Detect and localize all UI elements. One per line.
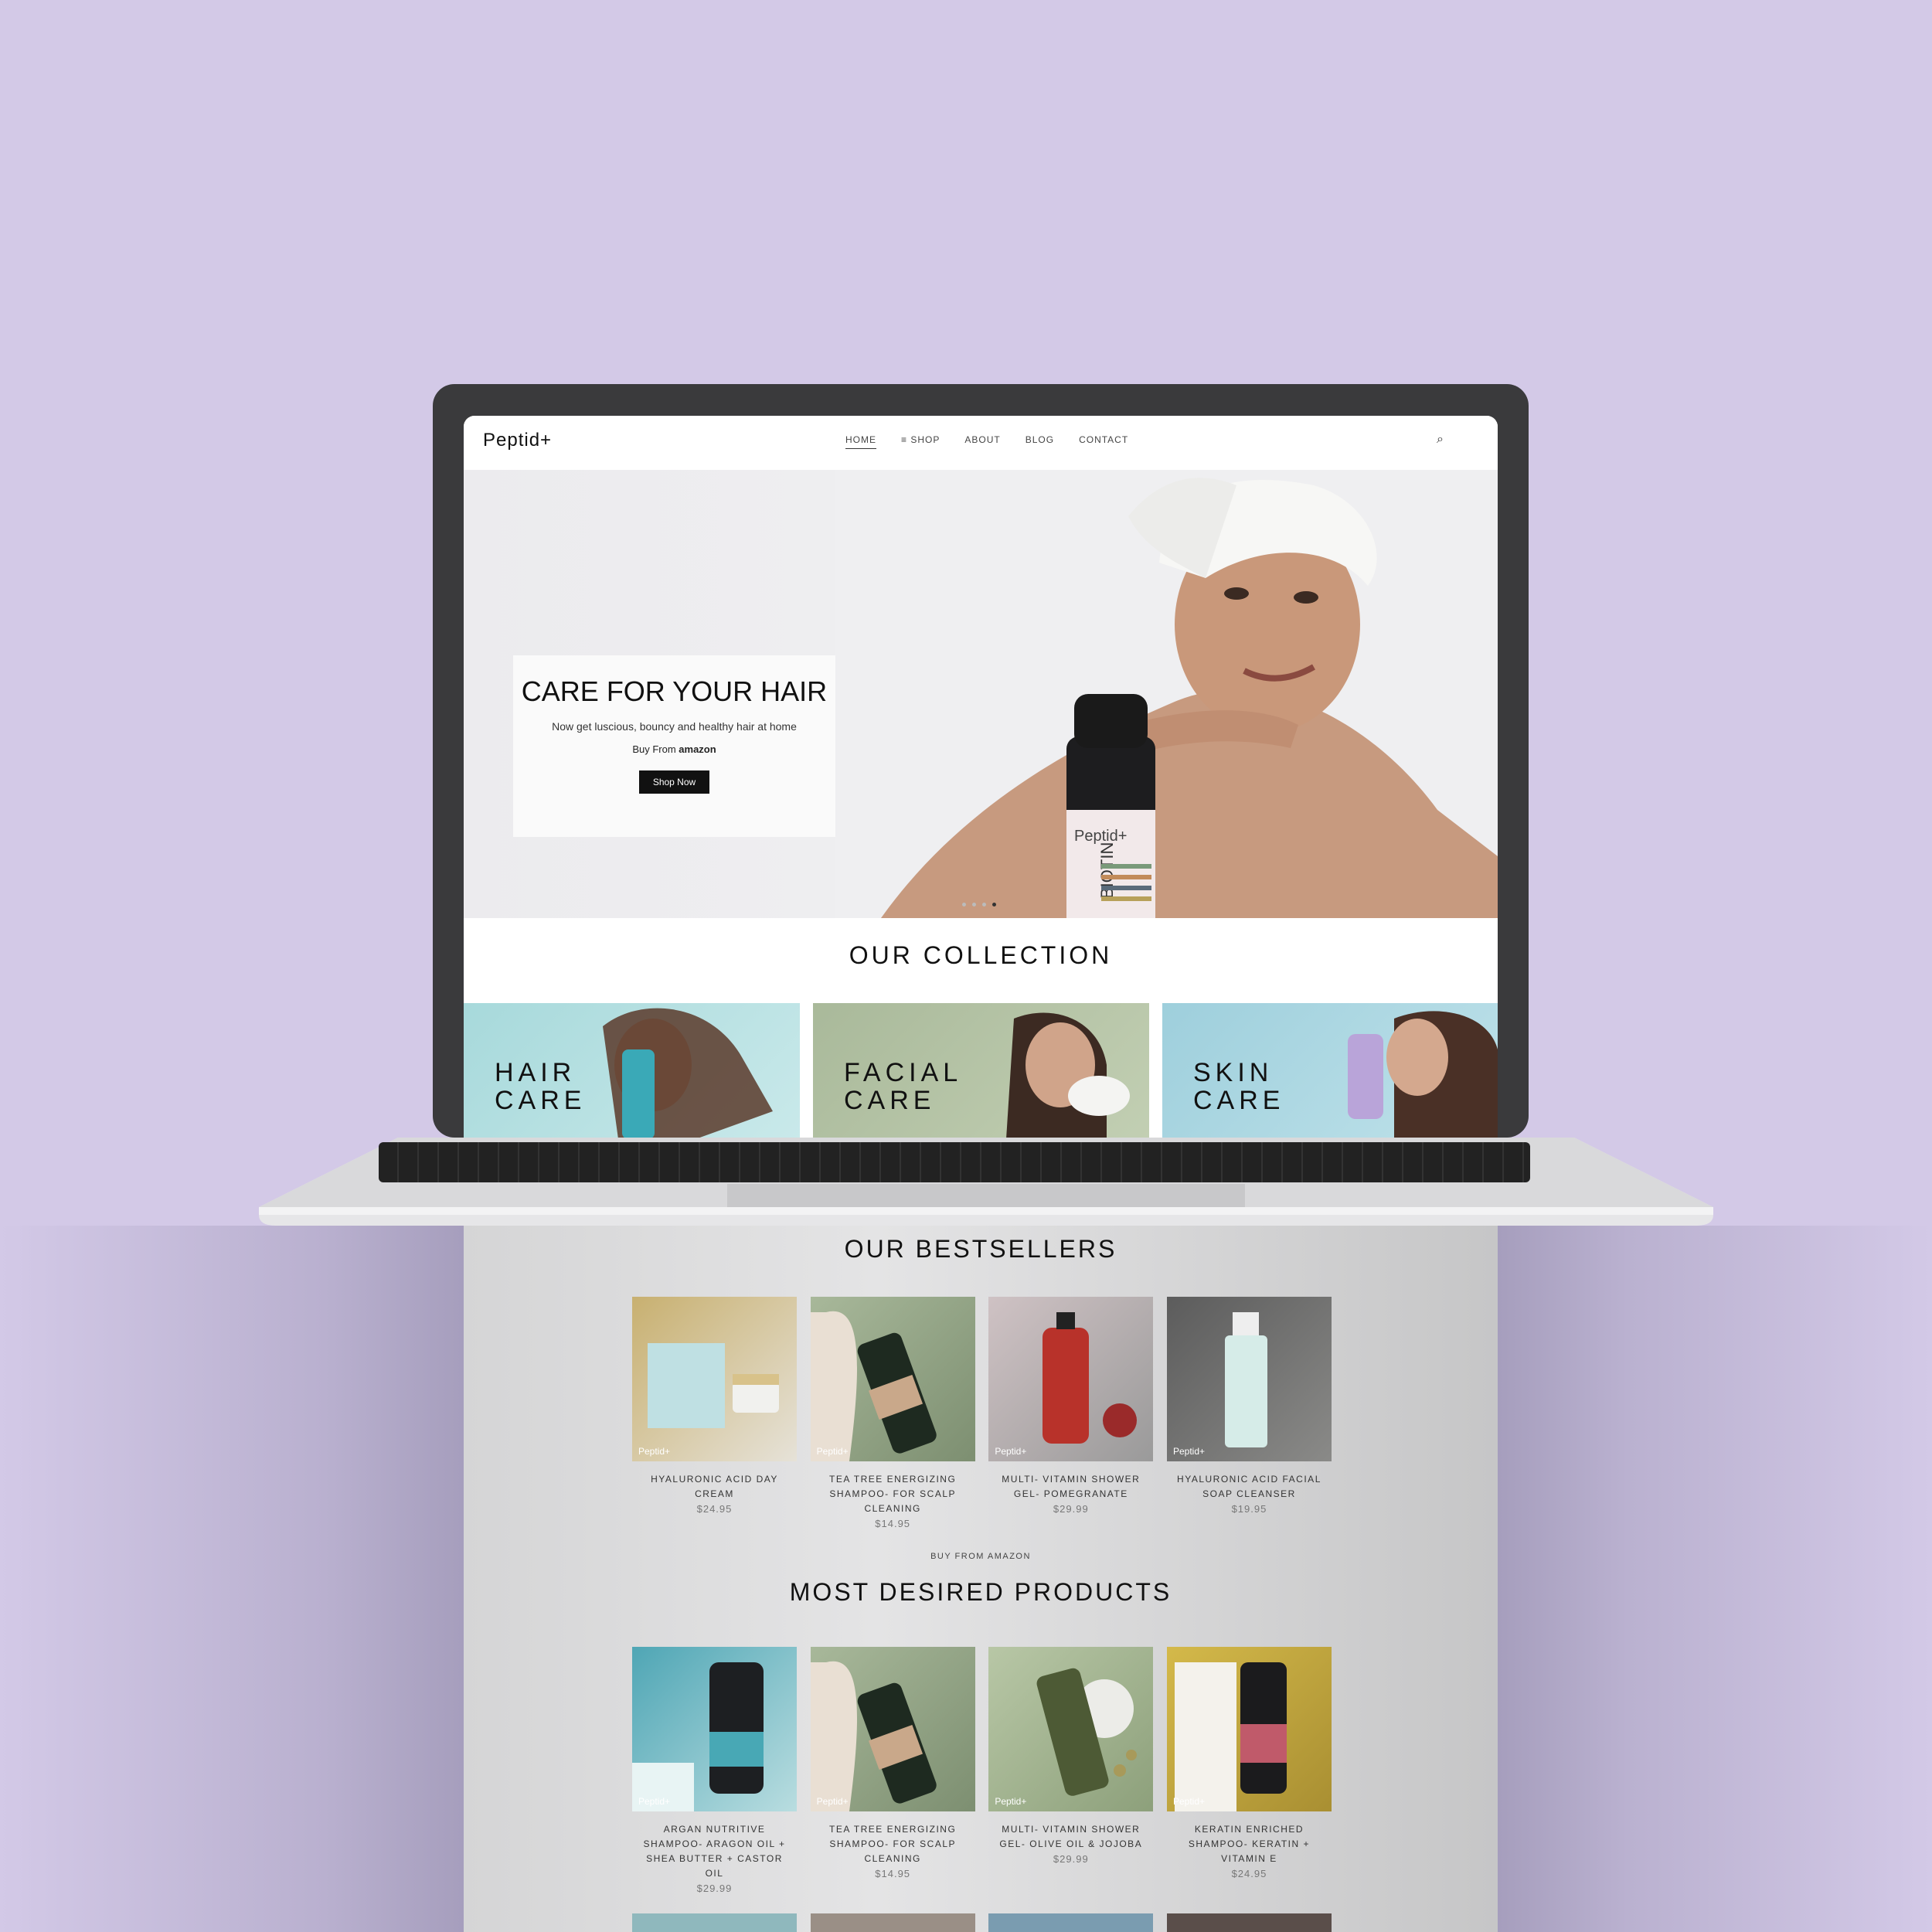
hero-photo: Peptid+ BIOTIN xyxy=(835,470,1498,918)
product-card[interactable]: Peptid+ MULTI- VITAMIN SHOWER GEL- POMEG… xyxy=(988,1297,1154,1531)
product-image xyxy=(1166,1913,1332,1932)
product-brand: Peptid+ xyxy=(1172,1446,1206,1457)
laptop-screen: Peptid+ HOME ≡ SHOP ABOUT BLOG CONTACT ⌕… xyxy=(464,416,1498,1139)
bestsellers-grid: Peptid+ HYALURONIC ACID DAY CREAM $24.95… xyxy=(632,1297,1332,1531)
amazon-logo: amazon xyxy=(679,743,716,755)
product-photo xyxy=(632,1662,764,1811)
page-continuation: OUR BESTSELLERS Peptid+ HYALURONIC ACID … xyxy=(464,1226,1498,1932)
product-brand: Peptid+ xyxy=(995,1446,1027,1457)
product-name: HYALURONIC ACID DAY CREAM xyxy=(651,1474,778,1499)
collection-title: OUR COLLECTION xyxy=(849,941,1113,969)
product-price: $29.99 xyxy=(1053,1853,1089,1865)
product-card[interactable]: Peptid+ TEA TREE ENERGIZING SHAMPOO- FOR… xyxy=(810,1297,975,1531)
product-photo xyxy=(810,1311,937,1461)
buy-from-amazon[interactable]: Buy From amazon xyxy=(513,743,835,755)
tile-label: HAIR CARE xyxy=(495,1058,587,1115)
menu-icon: ≡ xyxy=(901,434,911,445)
buy-from-amazon-link[interactable]: BUY FROM AMAZON xyxy=(464,1552,1498,1561)
backdrop-shadow-left xyxy=(0,1226,464,1932)
product-photo xyxy=(1174,1662,1287,1811)
product-image: Peptid+ xyxy=(810,1297,975,1461)
tile-label: FACIAL CARE xyxy=(844,1058,963,1115)
product-photo xyxy=(1224,1312,1267,1447)
product-image: Peptid+ xyxy=(1166,1297,1332,1461)
product-card[interactable]: Peptid+ ARGAN NUTRITIVE SHAMPOO- ARAGON … xyxy=(632,1647,797,1896)
product-brand: Peptid+ xyxy=(638,1796,671,1807)
product-name: ARGAN NUTRITIVE SHAMPOO- ARAGON OIL + SH… xyxy=(643,1824,786,1879)
product-price: $24.95 xyxy=(696,1503,733,1515)
product-name: MULTI- VITAMIN SHOWER GEL- OLIVE OIL & J… xyxy=(999,1824,1143,1849)
most-desired-title: MOST DESIRED PRODUCTS xyxy=(789,1578,1172,1606)
nav-home[interactable]: HOME xyxy=(845,434,876,449)
product-name: TEA TREE ENERGIZING SHAMPOO- FOR SCALP C… xyxy=(829,1474,957,1514)
most-desired-grid: Peptid+ ARGAN NUTRITIVE SHAMPOO- ARAGON … xyxy=(632,1647,1332,1896)
hero-card: CARE FOR YOUR HAIR Now get luscious, bou… xyxy=(513,655,835,837)
nav-links: HOME ≡ SHOP ABOUT BLOG CONTACT xyxy=(845,434,1128,449)
product-price: $29.99 xyxy=(696,1883,733,1894)
product-image: Peptid+ xyxy=(988,1297,1154,1461)
carousel-dot[interactable] xyxy=(962,903,966,906)
carousel-dot-active[interactable] xyxy=(992,903,996,906)
product-card[interactable]: Peptid+ HYALURONIC ACID DAY CREAM $24.95 xyxy=(632,1297,797,1531)
hero-subtitle: Now get luscious, bouncy and healthy hai… xyxy=(552,720,797,733)
keyboard xyxy=(379,1142,1530,1182)
backdrop-shadow-right xyxy=(1498,1226,1932,1932)
product-image xyxy=(810,1913,975,1932)
product-card[interactable]: Peptid+ MULTI- VITAMIN SHOWER GEL- OLIVE… xyxy=(988,1647,1154,1896)
hero-title: CARE FOR YOUR HAIR xyxy=(521,675,828,707)
product-photo xyxy=(810,1661,937,1811)
nav-blog[interactable]: BLOG xyxy=(1026,434,1054,449)
product-image: Peptid+ xyxy=(988,1647,1154,1811)
product-image: Peptid+ xyxy=(632,1647,797,1811)
product-price: $24.95 xyxy=(1231,1868,1267,1879)
product-name: HYALURONIC ACID FACIAL SOAP CLEANSER xyxy=(1177,1474,1321,1499)
product-brand: Peptid+ xyxy=(995,1796,1027,1807)
carousel-dot[interactable] xyxy=(972,903,976,906)
product-price: $19.95 xyxy=(1231,1503,1267,1515)
bestsellers-title: OUR BESTSELLERS xyxy=(844,1235,1117,1263)
shop-now-button[interactable]: Shop Now xyxy=(638,770,710,794)
nav-contact[interactable]: CONTACT xyxy=(1079,434,1128,449)
product-image: Peptid+ xyxy=(810,1647,975,1811)
site-logo[interactable]: Peptid+ xyxy=(483,430,552,451)
product-image: Peptid+ xyxy=(632,1297,797,1461)
product-price: $14.95 xyxy=(875,1868,911,1879)
product-photo xyxy=(1036,1668,1138,1796)
product-photo xyxy=(1043,1312,1138,1444)
nav-shop[interactable]: ≡ SHOP xyxy=(901,434,940,449)
product-brand: Peptid+ xyxy=(816,1796,849,1807)
product-name: MULTI- VITAMIN SHOWER GEL- POMEGRANATE xyxy=(1002,1474,1141,1499)
product-card[interactable]: Peptid+ HYALURONIC ACID FACIAL SOAP CLEA… xyxy=(1166,1297,1332,1531)
tile-label: SKIN CARE xyxy=(1193,1058,1285,1115)
product-image xyxy=(988,1913,1154,1932)
product-image xyxy=(632,1913,797,1932)
tile-skin-care[interactable]: SKIN CARE xyxy=(1162,1003,1498,1139)
search-icon[interactable]: ⌕ xyxy=(1437,433,1444,447)
product-card[interactable]: Peptid+ TEA TREE ENERGIZING SHAMPOO- FOR… xyxy=(810,1647,975,1896)
product-brand: Peptid+ xyxy=(638,1446,671,1457)
carousel-dots xyxy=(962,903,996,906)
product-name: KERATIN ENRICHED SHAMPOO- KERATIN + VITA… xyxy=(1188,1824,1311,1864)
tile-facial-care[interactable]: FACIAL CARE xyxy=(813,1003,1149,1139)
hero-banner: Peptid+ BIOTIN CARE FOR YOUR HAIR Now ge… xyxy=(464,470,1498,918)
product-image: Peptid+ xyxy=(1166,1647,1332,1811)
next-row-preview xyxy=(632,1913,1332,1932)
product-brand: Peptid+ xyxy=(1172,1796,1206,1807)
product-price: $14.95 xyxy=(875,1518,911,1529)
product-card[interactable]: Peptid+ KERATIN ENRICHED SHAMPOO- KERATI… xyxy=(1166,1647,1332,1896)
product-brand: Peptid+ xyxy=(816,1446,849,1457)
tile-hair-care[interactable]: HAIR CARE xyxy=(464,1003,800,1139)
carousel-dot[interactable] xyxy=(982,903,986,906)
top-nav: Peptid+ HOME ≡ SHOP ABOUT BLOG CONTACT ⌕ xyxy=(464,416,1498,470)
product-photo xyxy=(648,1343,779,1428)
nav-about[interactable]: ABOUT xyxy=(964,434,1000,449)
product-name: TEA TREE ENERGIZING SHAMPOO- FOR SCALP C… xyxy=(829,1824,957,1864)
product-price: $29.99 xyxy=(1053,1503,1089,1515)
collection-tiles: HAIR CARE FACIAL CARE SKIN CARE xyxy=(464,1003,1498,1139)
